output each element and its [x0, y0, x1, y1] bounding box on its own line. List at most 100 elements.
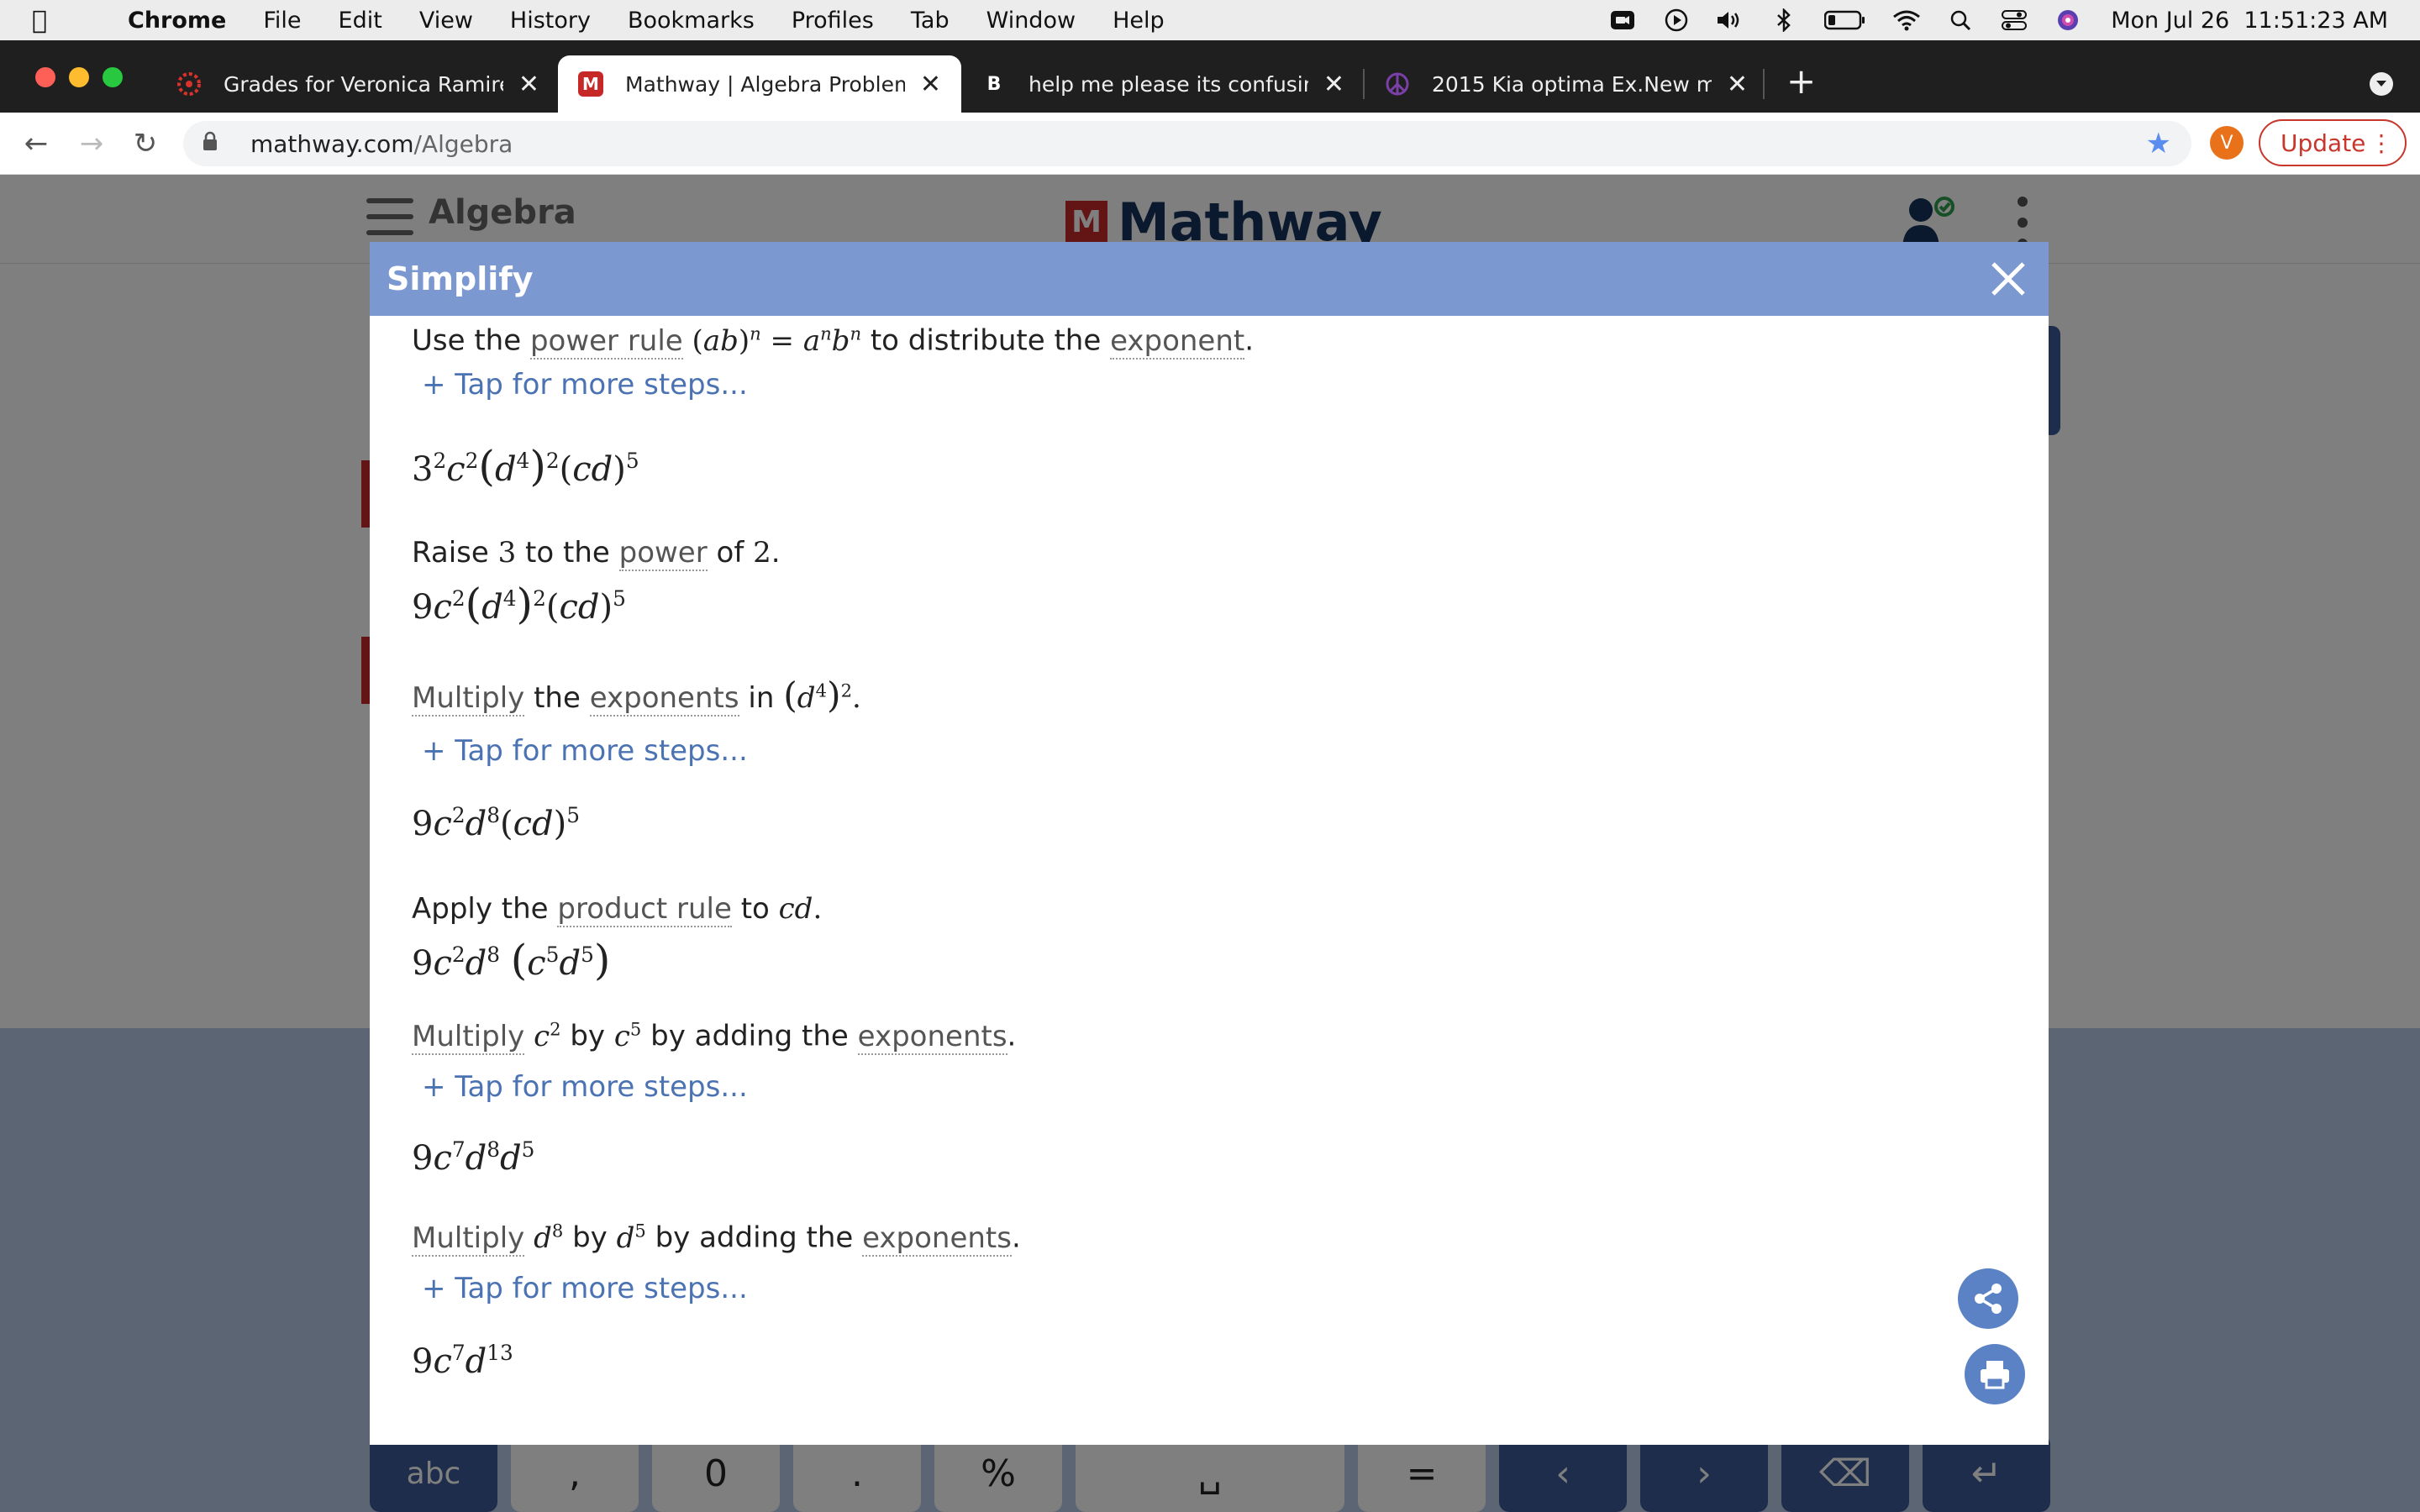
tap-label: Tap for more steps... — [455, 368, 748, 402]
tab-title: 2015 Kia optima Ex.New motor — [1432, 71, 1712, 97]
math-number: 2 — [753, 536, 771, 570]
term-link[interactable]: exponent — [1110, 323, 1245, 360]
window-close-button[interactable] — [35, 67, 55, 87]
step-result: 9c7d8d5 — [412, 1137, 535, 1178]
tap-label: Tap for more steps... — [455, 1070, 748, 1104]
tab-search-chevron-icon[interactable] — [2370, 72, 2393, 96]
tap-label: Tap for more steps... — [455, 1272, 748, 1305]
modal-title: Simplify — [387, 260, 534, 297]
window-minimize-button[interactable] — [69, 67, 89, 87]
term-link[interactable]: exponents — [862, 1221, 1012, 1257]
canvas-icon — [176, 71, 202, 97]
wifi-icon[interactable] — [1892, 9, 1921, 31]
tab-close-icon[interactable]: ✕ — [518, 70, 539, 99]
share-button[interactable] — [1958, 1268, 2018, 1329]
term-link[interactable]: Multiply — [412, 1019, 525, 1055]
bookmark-star-icon[interactable]: ★ — [2146, 127, 2171, 160]
control-center-icon[interactable] — [2000, 9, 2028, 31]
tap-for-more-steps[interactable]: + Tap for more steps... — [422, 1272, 748, 1305]
step-text: by — [560, 1019, 614, 1053]
step-description: Apply the product rule to cd. — [412, 892, 823, 927]
window-zoom-button[interactable] — [103, 67, 123, 87]
tab-title: Mathway | Algebra Problem Sol — [625, 71, 905, 97]
volume-icon[interactable] — [1716, 9, 1744, 31]
browser-toolbar: ← → ↻ mathway.com/Algebra ★ — [0, 113, 2420, 175]
term-link[interactable]: exponents — [589, 681, 739, 717]
reload-icon[interactable]: ↻ — [126, 124, 165, 163]
menu-edit[interactable]: Edit — [339, 8, 382, 34]
step-description: Use the power rule (ab)n = anbn to distr… — [412, 323, 1254, 360]
step-description: Raise 3 to the power of 2. — [412, 536, 781, 571]
step-text: of — [707, 536, 754, 570]
new-tab-plus-icon[interactable]: + — [1786, 60, 1816, 102]
now-playing-icon[interactable] — [1662, 8, 1691, 32]
update-button[interactable]: Update ⋮ — [2259, 119, 2407, 166]
step-text: to the — [516, 536, 619, 570]
camera-status-icon[interactable] — [1608, 9, 1637, 31]
peace-icon — [1385, 71, 1410, 97]
macos-menubar:  Chrome File Edit View History Bookmark… — [0, 0, 2420, 40]
profile-avatar[interactable]: V — [2210, 126, 2244, 160]
back-arrow-icon[interactable]: ← — [17, 124, 55, 163]
bluetooth-icon[interactable] — [1770, 8, 1798, 32]
step-description: Multiply the exponents in (d4)2. — [412, 675, 861, 717]
print-button[interactable] — [1965, 1344, 2025, 1404]
close-icon[interactable] — [1986, 257, 2030, 301]
menu-view[interactable]: View — [419, 8, 473, 34]
step-text: by adding the — [645, 1221, 863, 1255]
battery-icon[interactable] — [1823, 9, 1867, 31]
term-link[interactable]: Multiply — [412, 1221, 525, 1257]
term-link[interactable]: Multiply — [412, 681, 525, 717]
math-inline: c5 — [613, 1018, 642, 1053]
lock-icon[interactable] — [202, 131, 230, 156]
step-text: . — [1011, 1221, 1021, 1255]
brainly-icon: B — [986, 73, 1002, 95]
forward-arrow-icon[interactable]: → — [72, 124, 111, 163]
tap-for-more-steps[interactable]: + Tap for more steps... — [422, 734, 748, 768]
tab-close-icon[interactable]: ✕ — [920, 70, 941, 99]
menu-window[interactable]: Window — [986, 8, 1076, 34]
math-inline: c2 — [534, 1018, 561, 1053]
tab-title: help me please its confusing - — [1028, 71, 1308, 97]
term-link[interactable]: power rule — [529, 323, 683, 360]
update-label: Update — [2281, 129, 2366, 157]
math-inline: d8 — [534, 1220, 564, 1255]
math-inline: d5 — [616, 1220, 646, 1255]
print-icon — [1981, 1361, 2009, 1389]
modal-header: Simplify — [370, 242, 2049, 316]
step-result: 9c7d13 — [412, 1341, 513, 1381]
term-link[interactable]: power — [618, 536, 708, 571]
term-link[interactable]: exponents — [857, 1019, 1007, 1055]
menu-file[interactable]: File — [263, 8, 301, 34]
tab-title: Grades for Veronica Ramirez: A — [224, 71, 503, 97]
menu-bookmarks[interactable]: Bookmarks — [628, 8, 755, 34]
menu-app-name[interactable]: Chrome — [128, 8, 226, 34]
tab-close-icon[interactable]: ✕ — [1323, 70, 1344, 99]
address-bar[interactable]: mathway.com/Algebra ★ — [183, 121, 2191, 166]
tab-brainly[interactable]: B help me please its confusing - ✕ — [961, 55, 1365, 113]
menu-tab[interactable]: Tab — [911, 8, 950, 34]
more-vert-icon: ⋮ — [2370, 129, 2393, 157]
tab-grades[interactable]: Grades for Veronica Ramirez: A ✕ — [156, 55, 560, 113]
term-link[interactable]: product rule — [557, 892, 732, 927]
apple-menu-icon[interactable]:  — [32, 6, 69, 35]
math-inline: (d4)2. — [783, 675, 861, 717]
siri-icon[interactable] — [2054, 9, 2082, 31]
menu-history[interactable]: History — [510, 8, 591, 34]
step-description: Multiply c2 by c5 by adding the exponent… — [412, 1018, 1016, 1055]
simplify-modal: Simplify Use the power rule (ab)n = anbn… — [370, 242, 2049, 1445]
tap-for-more-steps[interactable]: + Tap for more steps... — [422, 368, 748, 402]
menu-profiles[interactable]: Profiles — [792, 8, 874, 34]
menu-help[interactable]: Help — [1113, 8, 1165, 34]
share-icon — [1975, 1284, 2002, 1314]
spotlight-search-icon[interactable] — [1946, 9, 1975, 31]
step-text: by — [563, 1221, 617, 1255]
tap-for-more-steps[interactable]: + Tap for more steps... — [422, 1070, 748, 1104]
math-inline: cd. — [778, 892, 823, 926]
menubar-clock[interactable]: Mon Jul 26 11:51:23 AM — [2111, 8, 2388, 34]
tab-mathway[interactable]: M Mathway | Algebra Problem Sol ✕ — [558, 55, 961, 113]
step-text: in — [739, 681, 784, 715]
math-number: 3 — [497, 536, 517, 570]
tab-close-icon[interactable]: ✕ — [1727, 70, 1748, 99]
tab-kia[interactable]: 2015 Kia optima Ex.New motor ✕ — [1365, 55, 1768, 113]
